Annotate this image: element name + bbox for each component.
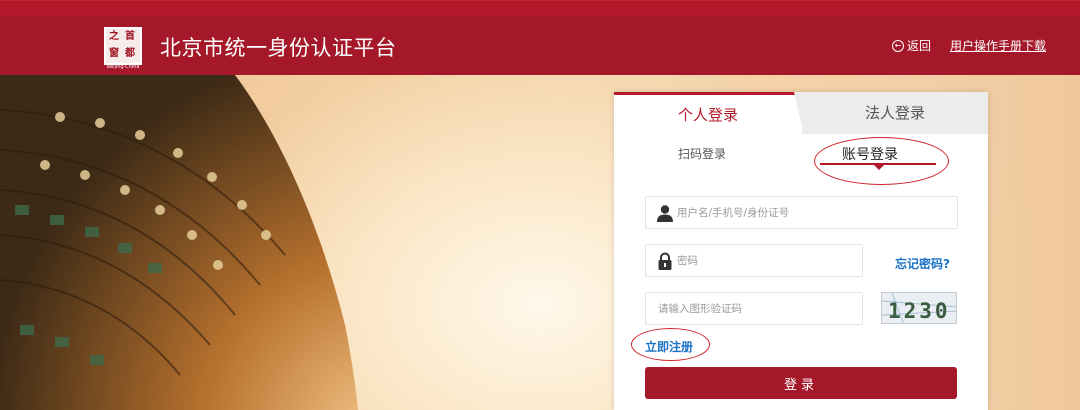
tab-corporate-login[interactable]: 法人登录 xyxy=(802,92,988,134)
back-label: 返回 xyxy=(907,39,932,53)
user-icon xyxy=(655,203,675,223)
site-title: 北京市统一身份认证平台 xyxy=(160,36,397,60)
subtab-qr-login[interactable]: 扫码登录 xyxy=(678,145,726,162)
logo-glyph: 之 xyxy=(109,31,119,42)
captcha-image[interactable]: 1230 xyxy=(881,292,957,324)
top-header: 首 都 之 窗 Beijing·China 北京市统一身份认证平台 ← 返回 用… xyxy=(0,0,1080,75)
captcha-field[interactable] xyxy=(645,292,863,325)
login-button[interactable]: 登录 xyxy=(645,367,957,399)
username-field[interactable] xyxy=(645,196,958,229)
lock-icon xyxy=(655,251,675,271)
annotation-ellipse xyxy=(814,137,949,185)
password-field[interactable] xyxy=(645,244,863,277)
back-arrow-icon: ← xyxy=(892,39,904,52)
captcha-input[interactable] xyxy=(658,302,862,315)
forgot-password-link[interactable]: 忘记密码? xyxy=(895,255,950,272)
captcha-text: 1230 xyxy=(888,299,951,323)
login-panel: 个人登录 法人登录 扫码登录 账号登录 忘记密码? 1230 立即注册 登录 xyxy=(614,92,988,410)
logo-glyph: 窗 xyxy=(109,48,119,59)
tab-personal-login[interactable]: 个人登录 xyxy=(614,92,802,134)
logo-glyph: 首 xyxy=(125,31,135,42)
palace-roof-image xyxy=(0,75,358,410)
logo-subtitle: Beijing·China xyxy=(106,64,140,70)
back-link[interactable]: ← 返回 xyxy=(892,37,931,54)
site-logo[interactable]: 首 都 之 窗 xyxy=(104,27,142,65)
annotation-ellipse xyxy=(631,328,710,361)
username-input[interactable] xyxy=(677,206,957,219)
logo-glyph: 都 xyxy=(125,48,135,59)
manual-download-link[interactable]: 用户操作手册下载 xyxy=(950,37,1046,54)
password-input[interactable] xyxy=(677,254,862,267)
